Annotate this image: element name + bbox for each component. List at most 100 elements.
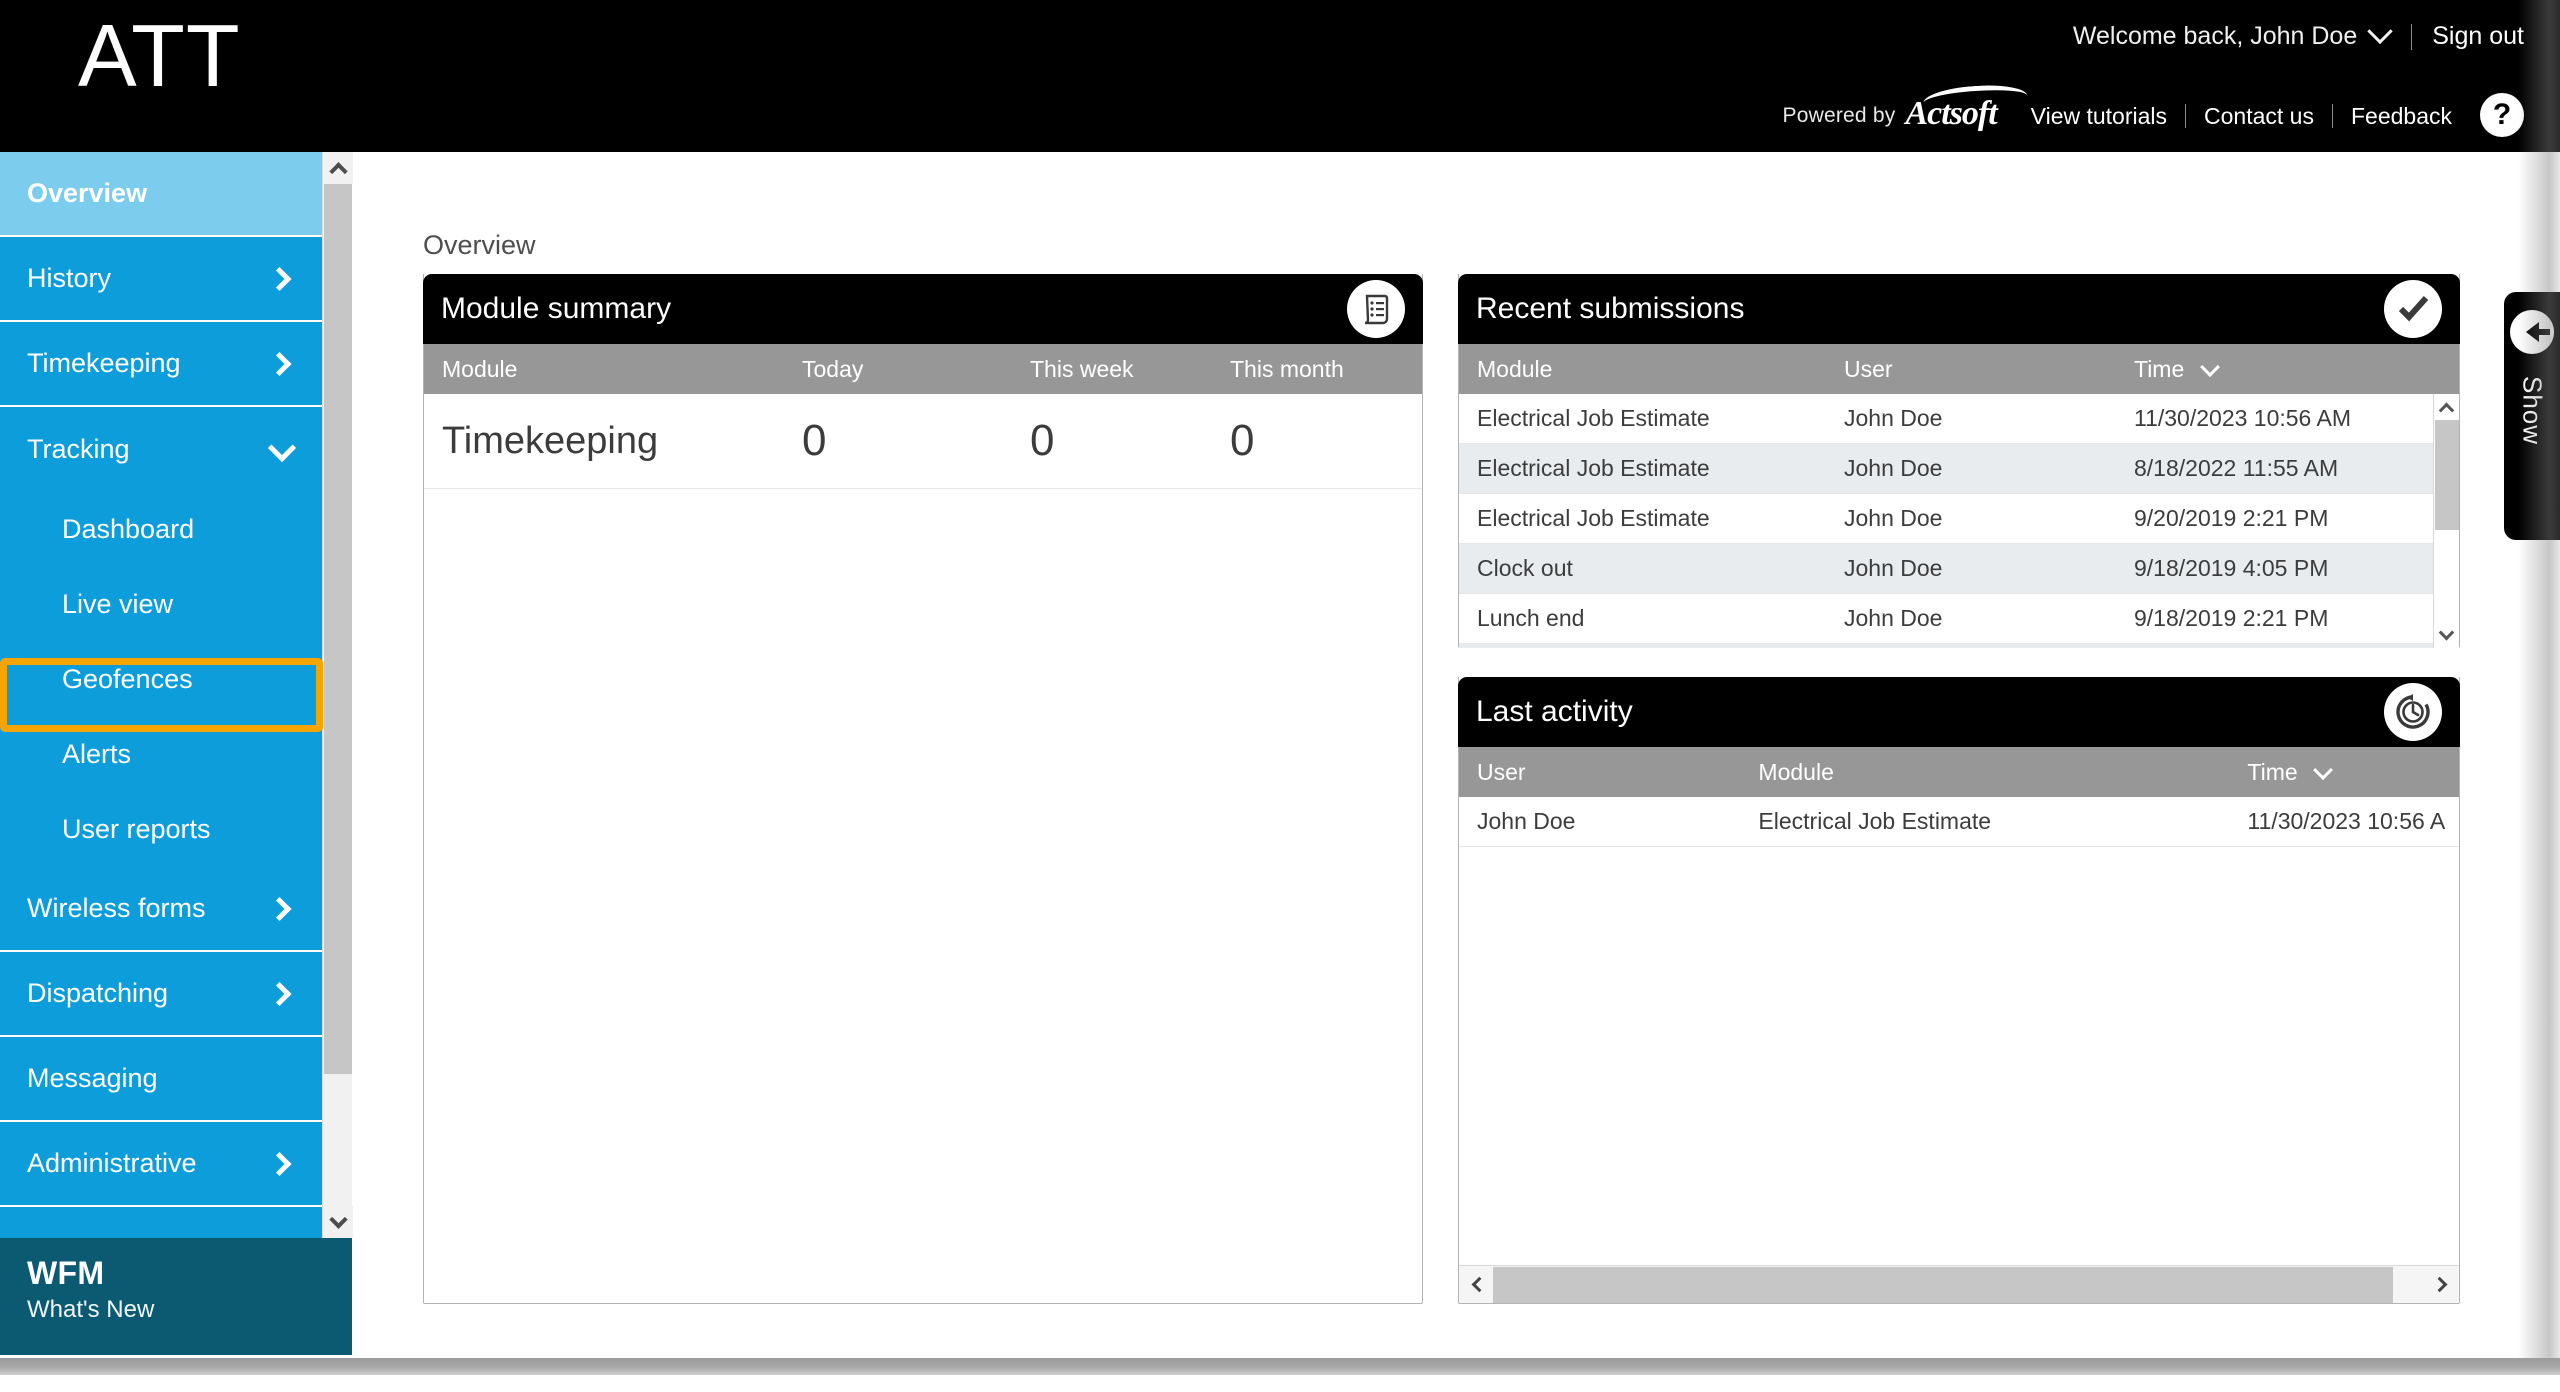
cell-this-week: 0 <box>1030 416 1055 465</box>
cell-module: Timekeeping <box>442 419 659 462</box>
column-header-today[interactable]: Today <box>802 356 1030 383</box>
table-row[interactable]: Electrical Job Estimate John Doe 11/30/202… <box>1459 394 2459 444</box>
divider <box>2331 104 2333 128</box>
contact-us-link[interactable]: Contact us <box>2204 103 2314 130</box>
chevron-right-icon[interactable] <box>267 266 292 291</box>
sidebar-item-messaging[interactable]: Messaging <box>0 1037 322 1122</box>
table-row[interactable]: Clock out John Doe 9/18/2019 4:05 PM <box>1459 544 2459 594</box>
module-summary-body: Timekeeping 0 0 0 <box>424 394 1422 489</box>
column-header-user[interactable]: User <box>1844 356 2134 383</box>
sidebar-item-geofences[interactable]: Geofences <box>0 642 322 717</box>
column-header-module[interactable]: Module <box>1459 356 1844 383</box>
chevron-right-icon[interactable] <box>267 981 292 1006</box>
application-window: ATT Welcome back, John Doe Sign out Powe… <box>0 0 2560 1392</box>
chevron-down-icon[interactable] <box>267 433 297 462</box>
last-activity-body: John Doe Electrical Job Estimate 11/30/202… <box>1459 797 2459 847</box>
recent-submissions-scrollbar[interactable] <box>2433 394 2459 648</box>
table-row[interactable]: Timekeeping 0 0 0 <box>424 394 1422 489</box>
panel-title: Last activity <box>1476 695 1633 728</box>
document-list-icon <box>1347 280 1405 338</box>
column-header-this-week[interactable]: This week <box>1030 356 1230 383</box>
top-header: ATT Welcome back, John Doe Sign out Powe… <box>0 0 2560 152</box>
sidebar-scrollbar[interactable] <box>322 152 353 1238</box>
column-header-time[interactable]: Time <box>2134 356 2434 383</box>
sort-descending-icon[interactable] <box>2313 759 2333 780</box>
scroll-up-icon[interactable] <box>2434 394 2459 420</box>
chevron-down-icon[interactable] <box>2367 18 2393 44</box>
scroll-down-icon[interactable] <box>323 1206 353 1238</box>
chevron-right-icon[interactable] <box>267 896 292 921</box>
sort-descending-icon[interactable] <box>2199 356 2220 377</box>
sidebar-item-live-view[interactable]: Live view <box>0 567 322 642</box>
scroll-up-icon[interactable] <box>323 152 353 184</box>
sidebar-item-label: Alerts <box>62 739 132 769</box>
table-header-row: User Module Time <box>1459 747 2459 797</box>
chevron-right-icon[interactable] <box>267 1151 292 1176</box>
sidebar-item-label: Tracking <box>27 434 130 464</box>
panel-header: Module summary <box>423 274 1423 344</box>
table-row[interactable]: Electrical Job Estimate John Doe 9/20/2019… <box>1459 494 2459 544</box>
column-header-user[interactable]: User <box>1459 759 1758 786</box>
sidebar-item-dashboard[interactable]: Dashboard <box>0 492 322 567</box>
cell-module: Clock out <box>1477 555 1573 581</box>
last-activity-hscrollbar[interactable] <box>1459 1265 2459 1303</box>
wfm-title: WFM <box>27 1255 105 1291</box>
scroll-right-icon[interactable] <box>2425 1266 2459 1304</box>
sidebar-item-history[interactable]: History <box>0 237 322 322</box>
table-header-row: Module Today This week This month <box>424 344 1422 394</box>
table-row[interactable]: Lunch startJohn Doe9/18/2019 1:21 PM <box>1459 644 2459 648</box>
table-row[interactable]: Electrical Job Estimate John Doe 8/18/2022… <box>1459 444 2459 494</box>
cell-module: Electrical Job Estimate <box>1758 808 1992 834</box>
sidebar-item-label: Geofences <box>62 664 193 694</box>
sidebar-item-alerts[interactable]: Alerts <box>0 717 322 792</box>
sidebar-item-user-reports[interactable]: User reports <box>0 792 322 867</box>
actsoft-logo: Actsoft <box>1905 82 2028 133</box>
table-row[interactable]: Lunch end John Doe 9/18/2019 2:21 PM <box>1459 594 2459 644</box>
scrollbar-thumb[interactable] <box>1493 1266 2393 1303</box>
cell-time: 11/30/2023 10:56 AM <box>2134 405 2351 431</box>
chevron-right-icon[interactable] <box>267 351 292 376</box>
panel-header: Last activity <box>1458 677 2460 747</box>
scrollbar-thumb[interactable] <box>324 184 352 1074</box>
panel-header: Recent submissions <box>1458 274 2460 344</box>
divider <box>2185 104 2187 128</box>
sidebar-navigation: Overview History Timekeeping Tracking Dashbo… <box>0 152 322 1238</box>
sidebar-item-timekeeping[interactable]: Timekeeping <box>0 322 322 407</box>
cell-user: John Doe <box>1844 555 1943 581</box>
sidebar-item-overview[interactable]: Overview <box>0 152 322 237</box>
help-icon[interactable]: ? <box>2480 93 2524 137</box>
cell-today: 0 <box>802 416 827 465</box>
header-utility-bar: Powered by Actsoft View tutorials Contac… <box>1783 82 2524 138</box>
arrow-left-circle-icon[interactable] <box>2510 310 2554 354</box>
show-side-panel-tab[interactable]: Show <box>2504 292 2560 540</box>
sign-out-link[interactable]: Sign out <box>2432 22 2524 51</box>
sidebar-item-label: Administrative <box>27 1148 197 1178</box>
sidebar-item-wireless-forms[interactable]: Wireless forms <box>0 867 322 952</box>
page-title: Overview <box>423 230 536 260</box>
column-header-module[interactable]: Module <box>424 356 802 383</box>
sidebar-item-dispatching[interactable]: Dispatching <box>0 952 322 1037</box>
sidebar-item-label: Overview <box>27 178 148 208</box>
sidebar-item-tracking[interactable]: Tracking <box>0 407 322 492</box>
recent-submissions-body: Electrical Job Estimate John Doe 11/30/202… <box>1459 394 2459 648</box>
sidebar-item-label: Messaging <box>27 1063 158 1093</box>
cell-user: John Doe <box>1477 808 1576 834</box>
feedback-link[interactable]: Feedback <box>2351 103 2452 130</box>
scroll-down-icon[interactable] <box>2434 622 2459 648</box>
column-header-time[interactable]: Time <box>2247 759 2459 786</box>
table-header-row: Module User Time <box>1459 344 2459 394</box>
cell-time: 8/18/2022 11:55 AM <box>2134 455 2339 481</box>
scrollbar-thumb[interactable] <box>2435 420 2459 530</box>
welcome-label[interactable]: Welcome back, John Doe <box>2073 22 2357 51</box>
sidebar-footer-whats-new[interactable]: WFM What's New <box>0 1238 352 1355</box>
clock-refresh-icon <box>2384 683 2442 741</box>
scroll-left-icon[interactable] <box>1459 1266 1493 1304</box>
sidebar-item-label: User reports <box>62 814 211 844</box>
column-header-module[interactable]: Module <box>1758 759 2247 786</box>
table-row[interactable]: John Doe Electrical Job Estimate 11/30/202… <box>1459 797 2459 847</box>
sidebar-item-administrative[interactable]: Administrative <box>0 1122 322 1207</box>
view-tutorials-link[interactable]: View tutorials <box>2031 103 2167 130</box>
divider <box>2411 23 2413 50</box>
cell-user: John Doe <box>1844 405 1943 431</box>
column-header-this-month[interactable]: This month <box>1230 356 1420 383</box>
